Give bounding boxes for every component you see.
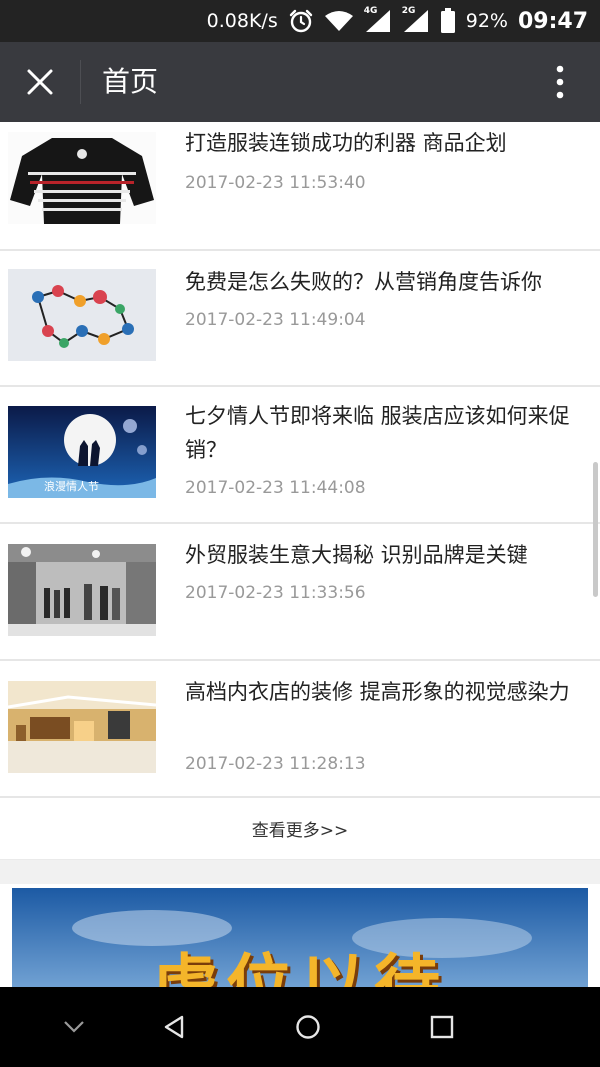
article-title: 打造服装连锁成功的利器 商品企划 — [185, 131, 507, 155]
article-thumbnail — [8, 132, 156, 224]
scrollbar[interactable] — [593, 462, 598, 597]
article-thumbnail — [8, 269, 156, 361]
close-icon — [27, 69, 53, 95]
article-date: 2017-02-23 11:44:08 — [185, 478, 366, 498]
status-bar: 0.08K/s 4G 2G 92% 09:47 — [0, 0, 600, 42]
home-button[interactable] — [268, 987, 348, 1067]
back-icon — [164, 1015, 184, 1039]
article-thumbnail — [8, 544, 156, 636]
article-item[interactable]: 浪漫情人节 七夕情人节即将来临 服装店应该如何来促销？ 2017-02-23 1… — [0, 387, 600, 524]
alarm-icon — [288, 8, 314, 34]
article-item[interactable]: 打造服装连锁成功的利器 商品企划 2017-02-23 11:53:40 — [0, 122, 600, 251]
article-title: 外贸服装生意大揭秘 识别品牌是关键 — [185, 543, 528, 567]
page-title: 首页 — [102, 65, 159, 98]
chevron-down-icon — [64, 1021, 84, 1033]
clock: 09:47 — [517, 8, 588, 34]
recents-icon — [430, 1015, 454, 1039]
close-button[interactable] — [20, 62, 60, 102]
home-icon — [296, 1015, 320, 1039]
battery-icon — [440, 8, 456, 34]
article-item[interactable]: 外贸服装生意大揭秘 识别品牌是关键 2017-02-23 11:33:56 — [0, 524, 600, 661]
article-item[interactable]: 免费是怎么失败的？从营销角度告诉你 2017-02-23 11:49:04 — [0, 251, 600, 387]
wifi-icon — [324, 9, 354, 33]
recents-button[interactable] — [402, 987, 482, 1067]
network-speed: 0.08K/s — [206, 10, 278, 32]
section-gap — [0, 860, 600, 884]
navigation-bar — [0, 987, 600, 1067]
back-button[interactable] — [134, 987, 214, 1067]
view-more-link[interactable]: 查看更多>> — [252, 816, 349, 841]
article-item[interactable]: 高档内衣店的装修 提高形象的视觉感染力 2017-02-23 11:28:13 — [0, 661, 600, 798]
article-date: 2017-02-23 11:49:04 — [185, 310, 366, 330]
article-title: 七夕情人节即将来临 服装店应该如何来促销？ — [185, 404, 570, 462]
banner-text: 虚位以待 — [152, 947, 448, 987]
signal-4g-label: 4G — [363, 6, 378, 16]
article-title: 免费是怎么失败的？从营销角度告诉你 — [185, 270, 542, 294]
more-vertical-icon — [556, 65, 564, 99]
thumbnail-caption: 浪漫情人节 — [44, 480, 99, 493]
article-date: 2017-02-23 11:53:40 — [185, 173, 366, 193]
article-thumbnail: 浪漫情人节 — [8, 406, 156, 498]
ad-banner[interactable]: 虚位以待 — [12, 888, 588, 987]
battery-percentage: 92% — [465, 10, 508, 32]
article-date: 2017-02-23 11:28:13 — [185, 754, 366, 774]
title-divider — [80, 60, 81, 104]
article-date: 2017-02-23 11:33:56 — [185, 583, 366, 603]
more-options-button[interactable] — [540, 60, 580, 104]
hide-keyboard-button[interactable] — [34, 987, 114, 1067]
article-list[interactable]: 打造服装连锁成功的利器 商品企划 2017-02-23 11:53:40 免费是… — [0, 122, 600, 987]
more-link-row: 查看更多>> — [0, 798, 600, 860]
signal-2g-label: 2G — [401, 6, 416, 16]
signal-2g-icon: 2G — [401, 6, 430, 34]
article-title: 高档内衣店的装修 提高形象的视觉感染力 — [185, 680, 570, 704]
title-bar: 首页 — [0, 42, 600, 122]
article-thumbnail — [8, 681, 156, 773]
signal-4g-icon: 4G — [363, 6, 392, 34]
